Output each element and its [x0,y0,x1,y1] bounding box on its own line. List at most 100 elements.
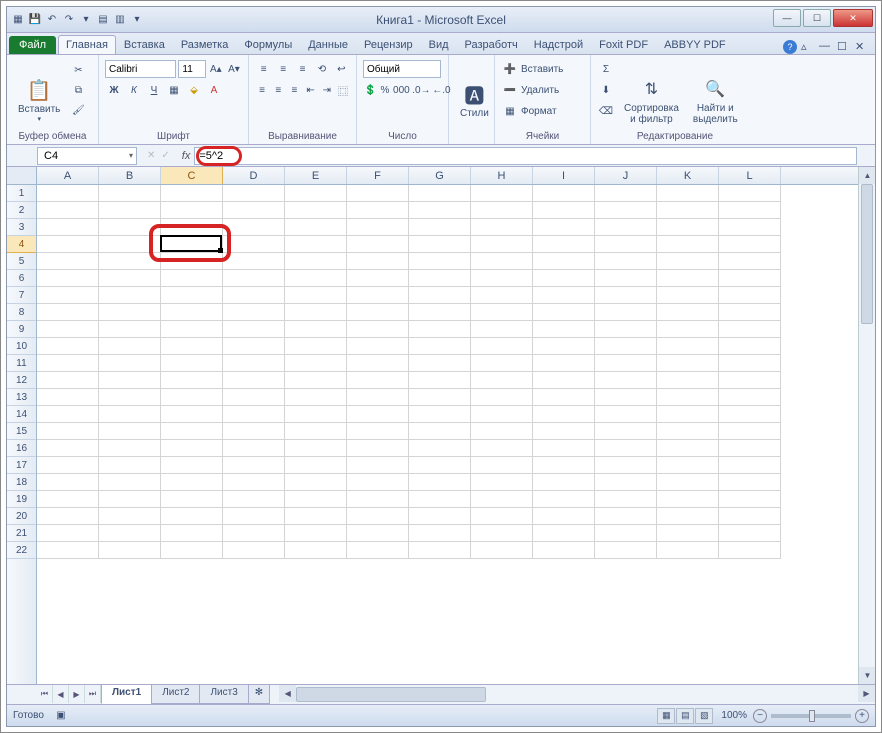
cell[interactable] [719,440,781,457]
cells-area[interactable]: 25 [37,185,858,684]
cell[interactable] [657,525,719,542]
cell[interactable] [719,372,781,389]
cell[interactable] [533,202,595,219]
ribbon-tab[interactable]: Данные [300,35,356,54]
cell[interactable] [595,440,657,457]
cell[interactable] [533,474,595,491]
cell[interactable] [533,423,595,440]
cell[interactable] [37,508,99,525]
cell[interactable] [347,338,409,355]
row-header[interactable]: 21 [7,525,36,542]
cell[interactable] [223,389,285,406]
scroll-down-icon[interactable]: ▼ [859,667,875,684]
cell[interactable] [347,525,409,542]
cell[interactable] [409,185,471,202]
ribbon-tab[interactable]: Разработч [457,35,526,54]
cell[interactable] [719,525,781,542]
cell[interactable] [161,491,223,508]
column-header[interactable]: I [533,167,595,184]
cell[interactable] [285,185,347,202]
zoom-out-button[interactable]: − [753,709,767,723]
cell[interactable] [347,440,409,457]
align-left-icon[interactable]: ≡ [255,81,269,99]
cell[interactable] [409,491,471,508]
align-bottom-icon[interactable]: ≡ [294,60,311,78]
cell[interactable] [285,270,347,287]
orientation-icon[interactable]: ⟲ [313,60,330,78]
autosum-icon[interactable]: Σ [597,60,615,78]
cell[interactable] [223,185,285,202]
cell[interactable] [719,321,781,338]
cell[interactable] [409,202,471,219]
cell[interactable] [533,389,595,406]
bold-button[interactable]: Ж [105,81,123,99]
row-header[interactable]: 8 [7,304,36,321]
font-name-combo[interactable]: Calibri [105,60,176,78]
cell[interactable] [409,304,471,321]
cell[interactable] [285,338,347,355]
cell[interactable] [533,287,595,304]
cell[interactable] [657,304,719,321]
cell[interactable] [223,253,285,270]
column-header[interactable]: E [285,167,347,184]
fx-icon[interactable]: fx [178,150,195,162]
cell[interactable] [37,202,99,219]
cell[interactable] [37,542,99,559]
save-icon[interactable]: 💾 [28,13,42,27]
row-header[interactable]: 6 [7,270,36,287]
cell[interactable] [719,457,781,474]
cell[interactable] [409,440,471,457]
cell[interactable] [285,440,347,457]
cell[interactable] [533,542,595,559]
cell[interactable] [595,372,657,389]
ribbon-tab[interactable]: Вид [421,35,457,54]
insert-cells-button[interactable]: Вставить [521,64,563,75]
cell[interactable] [223,202,285,219]
mdi-restore-icon[interactable]: ☐ [837,40,851,54]
cell[interactable] [595,508,657,525]
cell[interactable] [719,406,781,423]
cell[interactable] [471,185,533,202]
cell[interactable] [719,474,781,491]
cell[interactable] [657,202,719,219]
cell[interactable] [657,474,719,491]
cell[interactable] [285,508,347,525]
cell[interactable] [471,219,533,236]
cell[interactable] [223,457,285,474]
cell[interactable] [347,423,409,440]
zoom-in-button[interactable]: + [855,709,869,723]
cell[interactable] [37,270,99,287]
vertical-scrollbar[interactable]: ▲ ▼ [858,167,875,684]
cell[interactable] [99,185,161,202]
cell[interactable] [533,355,595,372]
enter-formula-icon[interactable]: ✓ [161,150,169,161]
sheet-tab[interactable]: Лист1 [101,685,152,704]
cell[interactable] [471,321,533,338]
cell[interactable] [161,321,223,338]
scroll-up-icon[interactable]: ▲ [859,167,875,184]
cell[interactable] [533,525,595,542]
ribbon-tab[interactable]: Надстрой [526,35,591,54]
cell[interactable] [99,457,161,474]
font-color-icon[interactable]: A [205,81,223,99]
cell[interactable] [657,321,719,338]
column-header[interactable]: F [347,167,409,184]
cell[interactable] [99,219,161,236]
percent-icon[interactable]: % [379,81,390,99]
cell[interactable] [347,185,409,202]
cell[interactable] [657,236,719,253]
cell[interactable] [471,542,533,559]
row-header[interactable]: 18 [7,474,36,491]
view-layout-icon[interactable]: ▤ [676,708,694,724]
cell[interactable] [657,270,719,287]
increase-decimal-icon[interactable]: .0→ [412,81,430,99]
sort-filter-button[interactable]: ⇅ Сортировка и фильтр [619,57,684,142]
column-header[interactable]: H [471,167,533,184]
cell[interactable] [37,372,99,389]
cell[interactable] [37,338,99,355]
comma-icon[interactable]: 000 [392,81,410,99]
cell[interactable] [223,491,285,508]
cell[interactable] [471,440,533,457]
column-header[interactable]: G [409,167,471,184]
cell[interactable] [285,372,347,389]
